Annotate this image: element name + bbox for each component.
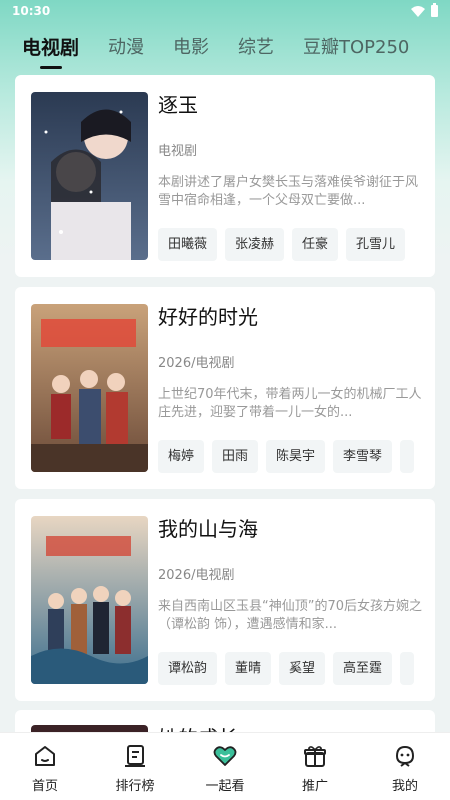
cast-chip[interactable]: 张凌赫 <box>225 228 285 261</box>
cast-chip-overflow[interactable] <box>400 440 415 473</box>
status-bar: 10:30 <box>0 0 450 22</box>
cast-chip[interactable]: 奚望 <box>279 652 326 685</box>
show-poster[interactable] <box>31 92 148 260</box>
cast-chip[interactable]: 任豪 <box>292 228 339 261</box>
cast-chip[interactable]: 梅婷 <box>158 440 205 473</box>
show-meta: 2026/电视剧 <box>158 356 235 371</box>
show-description: 上世纪70年代末，带着两儿一女的机械厂工人庄先进，迎娶了带着一儿一女的... <box>158 387 422 420</box>
cast-list: 梅婷 田雨 陈昊宇 李雪琴 <box>158 440 435 473</box>
cast-list: 田曦薇 张凌赫 任豪 孔雪儿 <box>158 228 435 261</box>
nav-label: 排行榜 <box>115 779 155 794</box>
nav-label: 我的 <box>391 779 418 794</box>
show-card[interactable]: 逐玉 电视剧 本剧讲述了屠户女樊长玉与落难侯爷谢征于风雪中宿命相逢，一个父母双亡… <box>15 75 435 277</box>
nav-profile[interactable]: 我的 <box>370 743 440 794</box>
nav-label: 一起看 <box>205 779 245 794</box>
tab-tv-series[interactable]: 电视剧 <box>22 33 79 69</box>
show-description: 本剧讲述了屠户女樊长玉与落难侯爷谢征于风雪中宿命相逢，一个父母双亡要做... <box>158 175 419 208</box>
profile-icon <box>395 745 415 767</box>
cast-chip[interactable]: 谭松韵 <box>158 652 218 685</box>
nav-label: 首页 <box>31 779 58 794</box>
tab-anime[interactable]: 动漫 <box>108 33 144 63</box>
nav-promotion[interactable]: 推广 <box>280 743 350 794</box>
status-time: 10:30 <box>12 4 51 18</box>
cast-chip[interactable]: 董晴 <box>225 652 272 685</box>
cast-chip[interactable]: 高至霆 <box>333 652 393 685</box>
show-meta: 2026/电视剧 <box>158 568 235 583</box>
show-title[interactable]: 我的山与海 <box>158 516 423 542</box>
nav-ranking[interactable]: 排行榜 <box>100 743 170 794</box>
show-list: 逐玉 电视剧 本剧讲述了屠户女樊长玉与落难侯爷谢征于风雪中宿命相逢，一个父母双亡… <box>15 75 435 711</box>
show-poster[interactable] <box>31 304 148 472</box>
cast-list: 谭松韵 董晴 奚望 高至霆 <box>158 652 435 685</box>
home-icon <box>35 746 55 766</box>
show-poster[interactable] <box>31 516 148 684</box>
show-card[interactable]: 好好的时光 2026/电视剧 上世纪70年代末，带着两儿一女的机械厂工人庄先进，… <box>15 287 435 489</box>
show-card[interactable]: 我的山与海 2026/电视剧 来自西南山区玉县“神仙顶”的70后女孩方婉之（谭松… <box>15 499 435 701</box>
heart-icon <box>213 746 237 766</box>
category-tabs: 电视剧 动漫 电影 综艺 豆瓣TOP250 <box>0 28 450 69</box>
ranking-icon <box>125 745 145 767</box>
cast-chip[interactable]: 陈昊宇 <box>266 440 326 473</box>
bottom-navigation: 首页 排行榜 一起看 推广 我的 <box>0 732 450 800</box>
battery-icon <box>431 3 438 17</box>
show-info: 逐玉 电视剧 本剧讲述了屠户女樊长玉与落难侯爷谢征于风雪中宿命相逢，一个父母双亡… <box>158 92 423 261</box>
show-title[interactable]: 好好的时光 <box>158 304 423 330</box>
show-title[interactable]: 逐玉 <box>158 92 423 118</box>
nav-label: 推广 <box>301 779 328 794</box>
tab-movies[interactable]: 电影 <box>173 33 209 63</box>
gift-icon <box>304 746 326 767</box>
status-icons <box>411 3 438 17</box>
cast-chip[interactable]: 孔雪儿 <box>346 228 406 261</box>
show-info: 好好的时光 2026/电视剧 上世纪70年代末，带着两儿一女的机械厂工人庄先进，… <box>158 304 423 473</box>
wifi-icon <box>411 5 425 17</box>
show-info: 我的山与海 2026/电视剧 来自西南山区玉县“神仙顶”的70后女孩方婉之（谭松… <box>158 516 423 685</box>
cast-chip[interactable]: 田雨 <box>212 440 259 473</box>
nav-home[interactable]: 首页 <box>10 743 80 794</box>
cast-chip[interactable]: 田曦薇 <box>158 228 218 261</box>
show-description: 来自西南山区玉县“神仙顶”的70后女孩方婉之（谭松韵 饰），遭遇感情和家... <box>158 599 423 632</box>
nav-watch-together[interactable]: 一起看 <box>190 743 260 794</box>
show-meta: 电视剧 <box>158 144 198 159</box>
tab-variety[interactable]: 综艺 <box>238 33 274 63</box>
cast-chip-overflow[interactable] <box>400 652 415 685</box>
cast-chip[interactable]: 李雪琴 <box>333 440 393 473</box>
tab-douban-top250[interactable]: 豆瓣TOP250 <box>303 33 409 63</box>
